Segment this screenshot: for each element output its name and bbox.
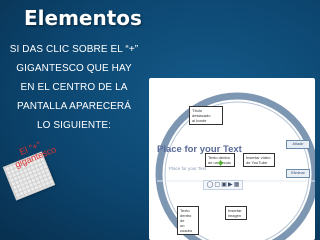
- add-button[interactable]: Añadir: [286, 140, 310, 149]
- callout-titulo-destacado: Título destacado al borde: [189, 106, 223, 125]
- callout-insertar-video: Insertar vídeo de YouTube: [243, 153, 275, 167]
- video-alt-icon[interactable]: ▦: [234, 182, 240, 188]
- callout-texto-cuadro: Texto dentro de un cuadro: [177, 206, 199, 235]
- text-circle-icon[interactable]: ◯: [207, 182, 214, 188]
- instructions-line: PANTALLA APARECERÁ: [16, 101, 132, 112]
- slide-title: Elementos: [24, 6, 142, 30]
- instructions-line: GIGANTESCO QUE HAY: [16, 63, 132, 74]
- insert-toolbar: ◯ ▢ ▣ ▶ ▦: [203, 180, 243, 190]
- text-box-icon[interactable]: ▢: [214, 182, 220, 188]
- delete-button[interactable]: Eliminar: [286, 169, 310, 178]
- instructions-text: SI DAS CLIC SOBRE EL “+” GIGANTESCO QUE …: [4, 40, 144, 135]
- instructions-line: LO SIGUIENTE:: [36, 120, 112, 131]
- instructions-line: EN EL CENTRO DE LA: [20, 82, 128, 93]
- place-text-small: Place for your Text: [169, 166, 207, 171]
- example-screenshot: Place for your Text Place for your Text …: [149, 78, 315, 240]
- video-icon[interactable]: ▶: [228, 182, 233, 188]
- callout-insertar-imagen: Insertar imagen: [225, 206, 247, 220]
- instructions-line: SI DAS CLIC SOBRE EL “+”: [9, 44, 139, 55]
- spark-icon: ✦: [216, 158, 226, 170]
- image-icon[interactable]: ▣: [221, 182, 227, 188]
